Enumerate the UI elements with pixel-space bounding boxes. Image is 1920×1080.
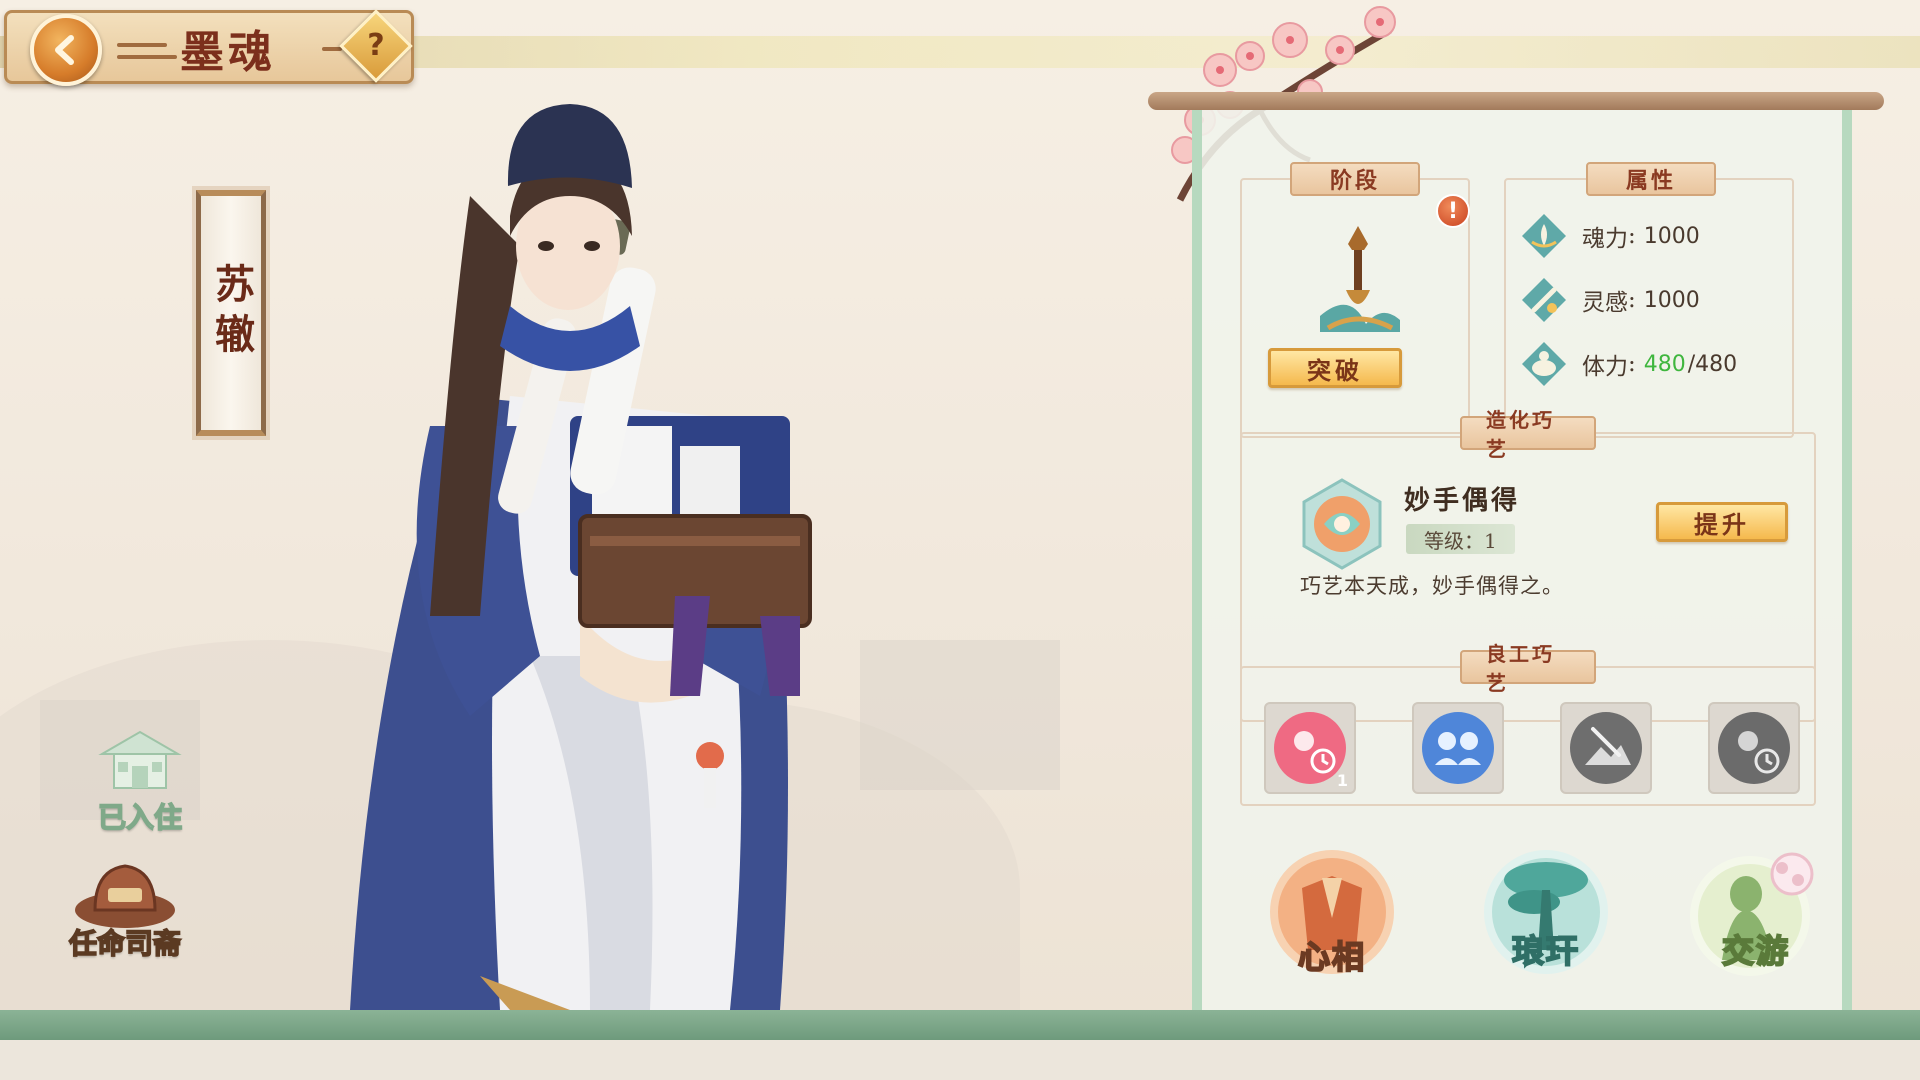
skill-emblem-icon[interactable]	[1294, 476, 1390, 572]
craft-slot-4[interactable]	[1708, 702, 1800, 794]
inspiration-icon	[1522, 278, 1566, 322]
page-title: 墨魂	[180, 27, 276, 78]
question-icon: ?	[367, 28, 385, 63]
stamina-icon	[1522, 342, 1566, 386]
heart-aspect-button[interactable]: 心相	[1262, 846, 1402, 986]
alert-icon[interactable]: !	[1436, 194, 1470, 228]
attribute-row-soul: 魂力 : 1000	[1520, 212, 1700, 260]
companions-icon	[1422, 712, 1494, 784]
stamina-max: /480	[1687, 351, 1738, 377]
attribute-name: 灵感	[1582, 290, 1628, 316]
appoint-button[interactable]: 任命司斋	[50, 852, 200, 962]
skill-description: 巧艺本天成，妙手偶得之。	[1300, 574, 1564, 598]
breakthrough-button[interactable]: 突破	[1268, 348, 1402, 388]
fine-craft-label: 良工巧艺	[1460, 642, 1596, 695]
social-label: 交游	[1721, 931, 1790, 971]
info-panel: 阶段 ! 突破 属性 魂力 : 1000 灵感: 1000 体力: 480 …	[1192, 110, 1852, 1040]
character-portrait	[350, 104, 812, 1010]
heart-aspect-label: 心相	[1297, 937, 1366, 977]
attribute-name: 魂力	[1582, 226, 1628, 252]
craft-slot-2[interactable]	[1412, 702, 1504, 794]
flower-timer-icon	[1718, 712, 1790, 784]
skill-level: 等级：1	[1406, 524, 1515, 554]
back-button[interactable]	[30, 14, 102, 86]
langgan-label: 琅玕	[1511, 931, 1580, 971]
craft-slot-1[interactable]: 1	[1264, 702, 1356, 794]
upgrade-button[interactable]: 提升	[1656, 502, 1788, 542]
attribute-name: 体力	[1582, 354, 1628, 380]
social-button[interactable]: 交游	[1686, 840, 1826, 980]
brush-mountain-icon	[1570, 712, 1642, 784]
bottom-strip	[0, 1040, 1920, 1080]
attribute-row-inspiration: 灵感 : 1000	[1520, 276, 1700, 324]
attributes-label: 属性	[1586, 162, 1716, 196]
attribute-value: 1000	[1643, 223, 1700, 249]
craft-count: 1	[1336, 771, 1348, 790]
bottom-bar	[0, 1010, 1920, 1040]
stage-label: 阶段	[1290, 162, 1420, 196]
appoint-label: 任命司斋	[68, 926, 182, 961]
character-name-scroll: 苏辙	[196, 190, 266, 436]
soul-power-icon	[1522, 214, 1566, 258]
stamina-current: 480	[1643, 351, 1686, 377]
creation-craft-label: 造化巧艺	[1460, 408, 1596, 461]
scroll-rod	[1148, 92, 1884, 110]
skill-name: 妙手偶得	[1404, 486, 1521, 516]
official-hat-icon	[75, 864, 175, 928]
craft-slot-3[interactable]	[1560, 702, 1652, 794]
chevron-left-icon	[55, 35, 74, 65]
residence-button[interactable]: 已入住	[70, 724, 210, 836]
residence-label: 已入住	[97, 800, 183, 835]
house-icon	[98, 730, 182, 789]
attribute-value: 1000	[1643, 287, 1700, 313]
langgan-button[interactable]: 琅玕	[1476, 840, 1616, 980]
brush-stage-icon	[1320, 226, 1400, 332]
attribute-row-stamina: 体力 : 480 /480	[1520, 340, 1737, 388]
character-name: 苏辙	[208, 263, 255, 363]
